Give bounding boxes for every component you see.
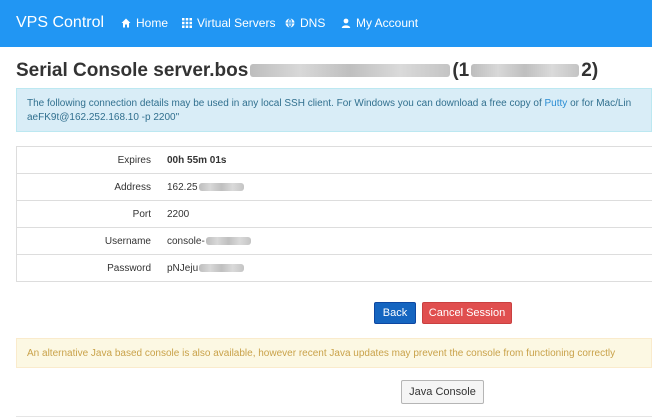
brand-logo[interactable]: VPS Control [16,14,104,32]
username-value: console- [161,236,251,247]
username-text: console- [167,235,205,247]
page-title-paren-open: (1 [452,60,470,81]
password-label: Password [107,262,151,274]
user-icon [341,18,351,28]
info-text-after: or for Mac/Lin [567,98,632,109]
port-label: Port [132,208,151,220]
table-row: Expires 00h 55m 01s [16,147,652,174]
redacted-hostname [250,64,451,78]
nav-virtual-servers-label: Virtual Servers [197,16,276,30]
address-value: 162.25 [161,182,244,193]
expires-label: Expires [117,154,151,166]
table-row: Password pNJeju [16,255,652,282]
expires-countdown: 00h 55m 01s [167,154,227,166]
connection-details-table: Expires 00h 55m 01s Address 162.25 Port … [16,146,652,282]
table-row: Port 2200 [16,201,652,228]
redacted-address [198,183,244,191]
page-title-paren-close: 2) [581,60,599,81]
page-title: Serial Console server.bos (1 2) [16,60,598,82]
putty-link[interactable]: Putty [545,98,568,109]
nav-virtual-servers[interactable]: Virtual Servers [182,16,275,30]
page-title-text: Serial Console server.bos [16,60,249,81]
divider [16,416,652,417]
globe-icon [285,18,295,28]
info-text: The following connection details may be … [27,98,545,109]
port-value: 2200 [167,208,190,220]
address-text: 162.25 [167,181,198,193]
info-alert: The following connection details may be … [16,88,652,132]
nav-dns[interactable]: DNS [285,16,325,30]
grid-icon [182,18,192,28]
nav-dns-label: DNS [300,16,326,30]
java-console-button[interactable]: Java Console [401,380,484,404]
info-line-1: The following connection details may be … [27,97,641,111]
password-text: pNJeju [167,262,199,274]
home-icon [121,18,131,28]
username-label: Username [104,235,151,247]
cancel-session-button[interactable]: Cancel Session [422,302,512,324]
redacted-password [199,264,245,272]
info-line-2: aeFK9t@162.252.168.10 -p 2200" [27,112,180,123]
table-row: Address 162.25 [16,174,652,201]
nav-my-account[interactable]: My Account [341,16,418,30]
redacted-ip [471,64,580,78]
nav-home-label: Home [136,16,169,30]
password-value: pNJeju [161,262,245,274]
redacted-username [205,237,251,245]
expires-value: 00h 55m 01s [161,155,227,166]
address-label: Address [114,181,151,193]
back-button[interactable]: Back [374,302,416,324]
java-warning-alert: An alternative Java based console is als… [16,338,652,368]
nav-my-account-label: My Account [356,16,419,30]
navbar: VPS Control Home Virtual Servers DNS My … [0,0,652,47]
nav-home[interactable]: Home [121,16,168,30]
table-row: Username console- [16,228,652,255]
